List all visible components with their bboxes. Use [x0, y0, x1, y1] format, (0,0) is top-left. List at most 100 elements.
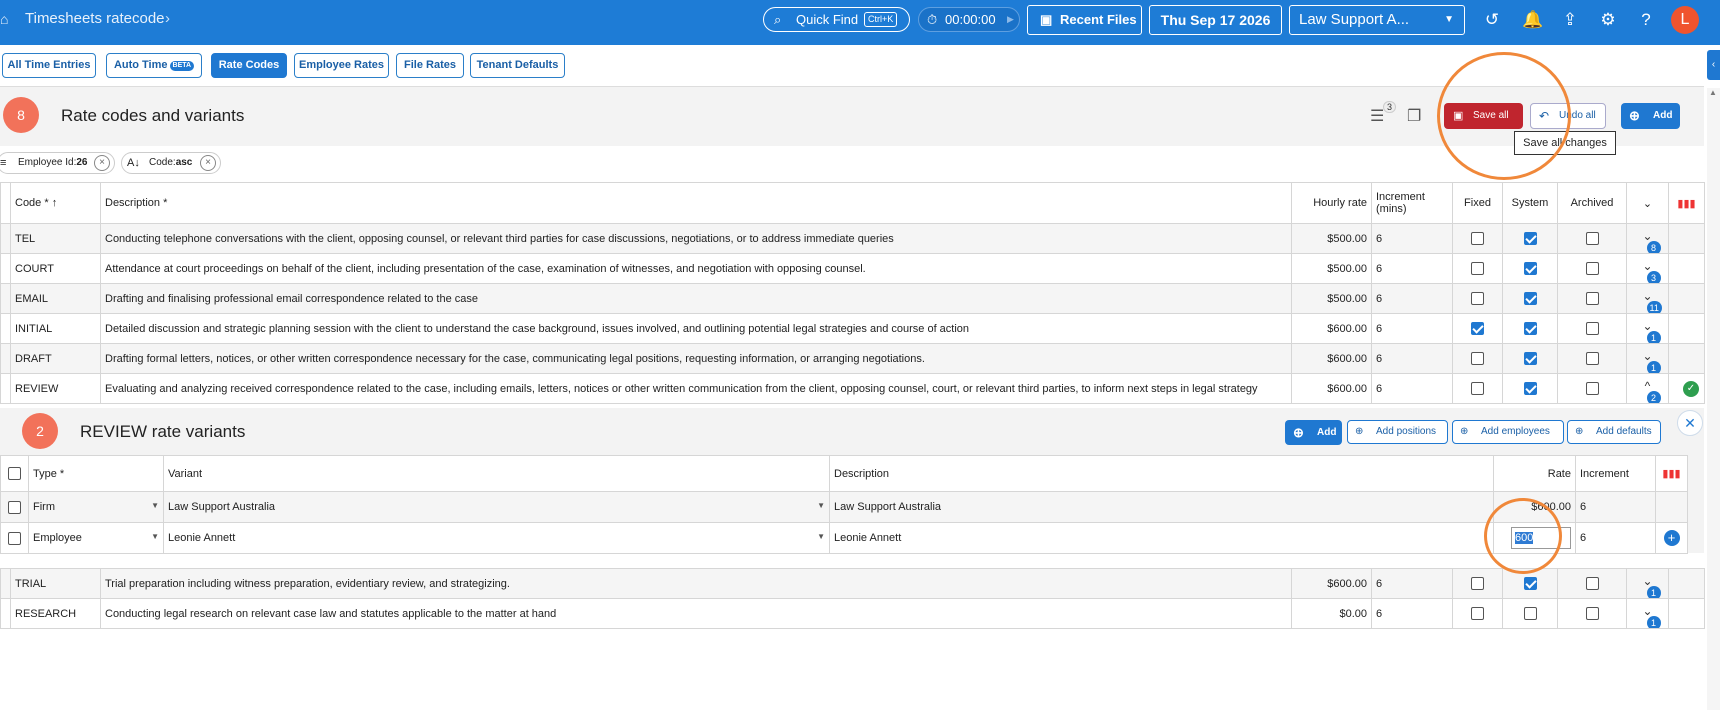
hourly-rate-cell[interactable]: $500.00 [1291, 223, 1372, 254]
type-select[interactable]: Employee ▼ [28, 522, 164, 554]
description-cell[interactable]: Detailed discussion and strategic planni… [100, 313, 1292, 344]
checkbox[interactable] [1523, 322, 1537, 335]
close-icon[interactable]: × [94, 155, 110, 171]
fixed-cell[interactable] [1452, 253, 1503, 284]
checkbox[interactable] [1523, 352, 1537, 365]
comment-alert-icon[interactable]: ❐ [1407, 106, 1421, 126]
add-positions-button[interactable]: ⊕ Add positions [1347, 420, 1448, 444]
checkbox[interactable] [1471, 352, 1484, 365]
col-description[interactable]: Description * [100, 182, 1292, 224]
table-row[interactable]: COURT Attendance at court proceedings on … [0, 253, 1705, 284]
checkbox[interactable] [1471, 382, 1484, 395]
col-hourly-rate[interactable]: Hourly rate [1291, 182, 1372, 224]
checkbox[interactable] [1585, 577, 1599, 590]
checkbox[interactable] [1585, 352, 1599, 365]
date-button[interactable]: Thu Sep 17 2026 [1149, 5, 1282, 35]
archived-cell[interactable] [1557, 568, 1627, 599]
checkbox[interactable] [1585, 262, 1599, 275]
timer-widget[interactable]: ⏱ 00:00:00 ▶ [918, 7, 1020, 32]
increment-cell[interactable]: 6 [1371, 253, 1453, 284]
expand-cell[interactable]: ⌄ 1 [1626, 313, 1669, 344]
filter-chip-employee[interactable]: ≡ Employee Id:26 × [0, 152, 115, 174]
expand-cell[interactable]: ⌄ 8 [1626, 223, 1669, 254]
system-cell[interactable] [1502, 343, 1558, 374]
row-select[interactable] [0, 522, 29, 554]
code-cell[interactable]: TRIAL [10, 568, 101, 599]
close-variants-button[interactable]: ✕ [1677, 410, 1703, 436]
col-rate[interactable]: Rate [1493, 455, 1576, 492]
help-icon[interactable]: ? [1636, 10, 1656, 30]
hourly-rate-cell[interactable]: $0.00 [1291, 598, 1372, 629]
chevron-down-icon[interactable]: ⌄ 1 [1638, 604, 1661, 628]
chevron-down-icon[interactable]: ⌄ 11 [1638, 289, 1662, 313]
code-cell[interactable]: EMAIL [10, 283, 101, 314]
variant-increment[interactable]: 6 [1575, 522, 1656, 554]
expand-cell[interactable]: ⌄ 1 [1626, 343, 1669, 374]
col-increment[interactable]: Increment (mins) [1371, 182, 1453, 224]
table-row[interactable]: EMAIL Drafting and finalising professiona… [0, 283, 1705, 314]
fixed-cell[interactable] [1452, 373, 1503, 404]
checkbox[interactable] [1471, 607, 1484, 620]
hourly-rate-cell[interactable]: $600.00 [1291, 343, 1372, 374]
archived-cell[interactable] [1557, 373, 1627, 404]
description-cell[interactable]: Drafting and finalising professional ema… [100, 283, 1292, 314]
chevron-up-icon[interactable]: ^ 2 [1638, 379, 1661, 403]
expand-cell[interactable]: ⌄ 3 [1626, 253, 1669, 284]
quick-find-button[interactable]: ⌕ Quick Find Ctrl+K [763, 7, 910, 32]
tab-employee-rates[interactable]: Employee Rates [294, 53, 389, 78]
checkbox[interactable] [8, 500, 21, 514]
col-type[interactable]: Type * [28, 455, 164, 492]
add-variant-button[interactable]: ⊕ Add [1285, 420, 1342, 445]
checkbox[interactable] [1585, 322, 1599, 335]
vertical-scrollbar[interactable]: ▲ [1707, 88, 1720, 710]
expand-cell[interactable]: ⌄ 1 [1626, 568, 1669, 599]
code-cell[interactable]: RESEARCH [10, 598, 101, 629]
increment-cell[interactable]: 6 [1371, 568, 1453, 599]
hourly-rate-cell[interactable]: $600.00 [1291, 568, 1372, 599]
sort-chip-code[interactable]: A↓ Code:asc × [121, 152, 221, 174]
add-defaults-button[interactable]: ⊕ Add defaults [1567, 420, 1661, 444]
description-cell[interactable]: Conducting legal research on relevant ca… [100, 598, 1292, 629]
fixed-cell[interactable] [1452, 283, 1503, 314]
fixed-cell[interactable] [1452, 598, 1503, 629]
checkbox[interactable] [1585, 607, 1599, 620]
checkbox[interactable] [1471, 292, 1484, 305]
checkbox[interactable] [8, 467, 21, 480]
chevron-down-icon[interactable]: ⌄ 1 [1638, 349, 1661, 373]
system-cell[interactable] [1502, 373, 1558, 404]
chevron-down-icon[interactable]: ⌄ 3 [1638, 259, 1661, 283]
variant-row[interactable]: Firm ▼ Law Support Australia ▼ Law Support… [0, 491, 1688, 523]
checkbox[interactable] [1471, 232, 1484, 245]
filter-settings-icon[interactable]: ☰ 3 [1370, 101, 1397, 126]
checkbox[interactable] [1471, 262, 1484, 275]
variant-select[interactable]: Law Support Australia ▼ [163, 491, 830, 523]
expand-all-toggle[interactable]: ⌄ [1626, 182, 1669, 224]
table-row[interactable]: TRIAL Trial preparation including witness… [0, 568, 1705, 599]
system-cell[interactable] [1502, 253, 1558, 284]
avatar[interactable]: L [1671, 6, 1699, 34]
description-cell[interactable]: Attendance at court proceedings on behal… [100, 253, 1292, 284]
expand-cell[interactable]: ⌄ 11 [1626, 283, 1669, 314]
table-row[interactable]: INITIAL Detailed discussion and strategic… [0, 313, 1705, 344]
checkbox[interactable] [1585, 292, 1599, 305]
checkbox[interactable] [1471, 322, 1484, 335]
tenant-select[interactable]: Law Support A... ▼ [1289, 5, 1465, 35]
gear-icon[interactable]: ⚙ [1598, 10, 1618, 30]
tab-all-time-entries[interactable]: All Time Entries [2, 53, 96, 78]
add-rate-code-button[interactable]: ⊕ Add [1621, 103, 1680, 129]
variant-row[interactable]: Employee ▼ Leonie Annett ▼ Leonie Annett 6… [0, 522, 1688, 554]
increment-cell[interactable]: 6 [1371, 598, 1453, 629]
archived-cell[interactable] [1557, 253, 1627, 284]
scroll-up-icon[interactable]: ▲ [1709, 88, 1717, 97]
history-icon[interactable]: ↺ [1482, 10, 1502, 30]
increment-cell[interactable]: 6 [1371, 343, 1453, 374]
code-cell[interactable]: REVIEW [10, 373, 101, 404]
system-cell[interactable] [1502, 598, 1558, 629]
hourly-rate-cell[interactable]: $500.00 [1291, 283, 1372, 314]
fixed-cell[interactable] [1452, 313, 1503, 344]
checkbox[interactable] [8, 531, 21, 545]
select-all-variants[interactable] [0, 455, 29, 492]
archived-cell[interactable] [1557, 598, 1627, 629]
system-cell[interactable] [1502, 223, 1558, 254]
description-cell[interactable]: Evaluating and analyzing received corres… [100, 373, 1292, 404]
